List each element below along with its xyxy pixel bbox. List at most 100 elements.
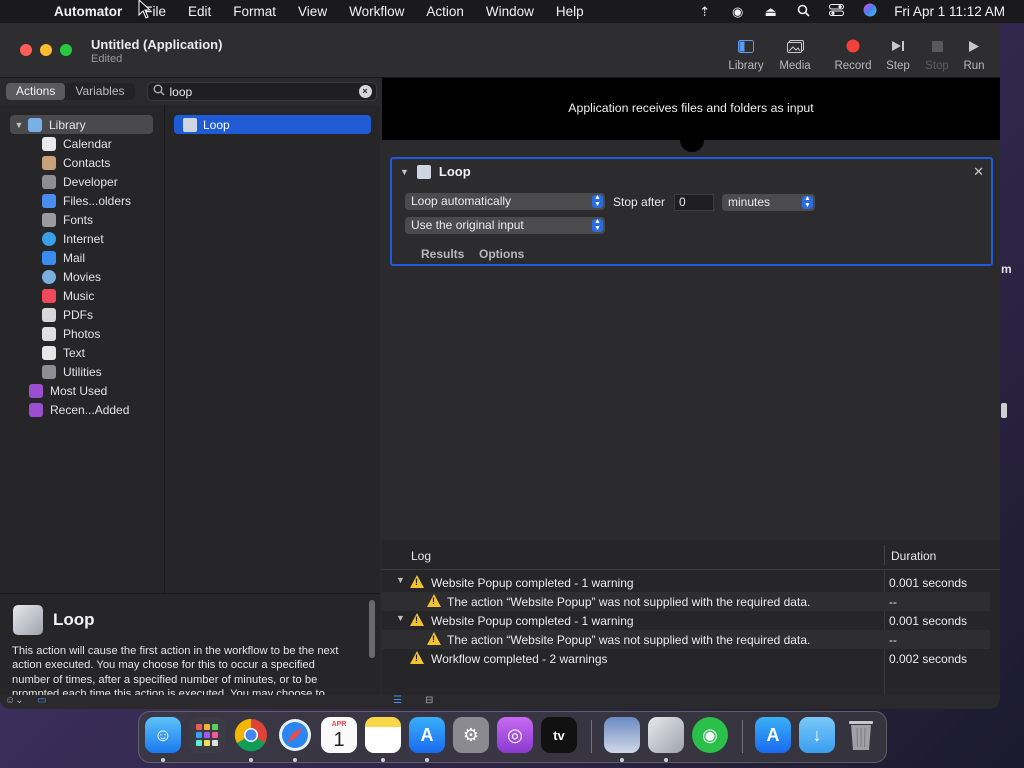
list-item-loop-action[interactable]: Loop: [174, 115, 371, 134]
menu-window[interactable]: Window: [475, 4, 545, 19]
menu-action[interactable]: Action: [415, 4, 475, 19]
user-icon[interactable]: ◉: [721, 4, 754, 20]
downloads-folder-icon[interactable]: ↓: [799, 717, 835, 753]
sidebar-item-label: Most Used: [50, 383, 108, 398]
menu-view[interactable]: View: [287, 4, 338, 19]
finder-icon[interactable]: ☺: [145, 717, 181, 753]
tab-options[interactable]: Options: [479, 247, 524, 261]
sidebar-item-utilities[interactable]: Utilities: [42, 362, 102, 381]
menu-edit[interactable]: Edit: [177, 4, 222, 19]
find-my-icon[interactable]: ◉: [692, 717, 728, 753]
duration-column-header[interactable]: Duration: [891, 549, 936, 563]
smiley-options-icon[interactable]: ☺⌄: [5, 695, 24, 706]
record-toolbar-button[interactable]: Record: [828, 35, 878, 72]
run-toolbar-label: Run: [963, 60, 985, 72]
media-toolbar-button[interactable]: Media: [770, 35, 820, 72]
search-icon[interactable]: [787, 4, 820, 20]
table-row[interactable]: The action “Website Popup” was not suppl…: [382, 630, 990, 649]
sidebar-item-most-used[interactable]: Most Used: [29, 381, 107, 400]
automator-icon[interactable]: [648, 717, 684, 753]
notes-icon[interactable]: [365, 717, 401, 753]
eject-icon[interactable]: ⏏: [754, 4, 787, 20]
sidebar-item-fonts[interactable]: Fonts: [42, 210, 93, 229]
log-duration: 0.002 seconds: [889, 652, 968, 666]
chevron-down-icon[interactable]: ▼: [396, 575, 405, 585]
menu-format[interactable]: Format: [222, 4, 287, 19]
tab-results[interactable]: Results: [421, 247, 464, 261]
description-toggle-icon[interactable]: ▭: [37, 695, 46, 706]
card-title: Loop: [438, 164, 471, 179]
calendar-icon[interactable]: APR 1: [321, 717, 357, 753]
popup-arrows-icon: ▲ ▼: [592, 218, 603, 232]
sidebar-item-mail[interactable]: Mail: [42, 248, 85, 267]
siri-icon[interactable]: [853, 3, 886, 20]
time-unit-select[interactable]: minutes ▲ ▼: [722, 194, 815, 211]
search-icon: [148, 84, 170, 99]
media-icon: [770, 35, 820, 57]
menu-app-name[interactable]: Automator: [52, 4, 133, 19]
search-input[interactable]: loop: [170, 85, 193, 99]
menu-workflow[interactable]: Workflow: [338, 4, 415, 19]
table-row[interactable]: The action “Website Popup” was not suppl…: [382, 592, 990, 611]
action-search-field[interactable]: loop ×: [146, 82, 377, 101]
close-window-button[interactable]: [20, 44, 32, 56]
sidebar-item-developer[interactable]: Developer: [42, 172, 118, 191]
menubar-clock[interactable]: Fri Apr 1 11:12 AM: [886, 4, 1024, 19]
workflow-connector: [680, 140, 704, 152]
sidebar-item-music[interactable]: Music: [42, 286, 94, 305]
clear-search-icon[interactable]: ×: [358, 85, 372, 98]
sidebar-item-pdfs[interactable]: PDFs: [42, 305, 93, 324]
minimize-window-button[interactable]: [40, 44, 52, 56]
description-scrollbar[interactable]: [369, 600, 375, 658]
close-icon[interactable]: ✕: [973, 164, 984, 180]
chrome-icon[interactable]: [233, 717, 269, 753]
sidebar-item-text[interactable]: Text: [42, 343, 85, 362]
safari-icon[interactable]: [277, 717, 313, 753]
tab-actions[interactable]: Actions: [6, 83, 66, 100]
sidebar-item-recently-added[interactable]: Recen...Added: [29, 400, 129, 419]
input-mode-select[interactable]: Use the original input ▲ ▼: [405, 217, 605, 234]
sidebar-item-label: Calendar: [63, 136, 112, 151]
chevron-down-icon[interactable]: ▼: [396, 613, 405, 623]
podcasts-icon[interactable]: ◎: [497, 717, 533, 753]
run-toolbar-button[interactable]: Run: [949, 35, 999, 72]
popup-arrows-icon: ▲ ▼: [802, 195, 813, 209]
tab-variables[interactable]: Variables: [65, 83, 134, 100]
table-row[interactable]: ▼ Website Popup completed - 1 warning 0.…: [382, 611, 990, 630]
fonts-icon: [42, 212, 56, 227]
menu-help[interactable]: Help: [545, 4, 595, 19]
wifi-icon[interactable]: ⇡: [688, 4, 721, 20]
library-root[interactable]: ▼ Library: [10, 115, 153, 134]
stop-after-field[interactable]: 0: [674, 194, 714, 211]
applications-folder-icon[interactable]: A: [755, 717, 791, 753]
mouse-cursor-icon: [138, 0, 152, 19]
menu-bar: Automator File Edit Format View Workflow…: [0, 0, 1024, 23]
chevron-down-icon[interactable]: ▼: [400, 167, 409, 177]
launchpad-icon[interactable]: [189, 717, 225, 753]
sidebar-item-internet[interactable]: Internet: [42, 229, 104, 248]
loop-action-card[interactable]: ▼ Loop ✕ Loop automatically ▲ ▼ Stop afte…: [390, 157, 993, 266]
sidebar-item-calendar[interactable]: Calendar: [42, 134, 112, 153]
loop-mode-select[interactable]: Loop automatically ▲ ▼: [405, 193, 605, 210]
list-view-icon[interactable]: ☰: [393, 695, 402, 706]
preview-icon[interactable]: [604, 717, 640, 753]
flow-view-icon[interactable]: ⊟: [425, 695, 433, 706]
sidebar-item-photos[interactable]: Photos: [42, 324, 100, 343]
library-toolbar-button[interactable]: Library: [721, 35, 771, 72]
zoom-window-button[interactable]: [60, 44, 72, 56]
log-column-header[interactable]: Log: [411, 549, 431, 563]
app-store-icon[interactable]: A: [409, 717, 445, 753]
dock-separator: [591, 720, 592, 753]
apple-tv-icon[interactable]: tv: [541, 717, 577, 753]
table-row[interactable]: ▼ Website Popup completed - 1 warning 0.…: [382, 573, 990, 592]
sidebar-item-files-folders[interactable]: Files...olders: [42, 191, 131, 210]
log-duration: --: [889, 633, 897, 647]
sidebar-item-contacts[interactable]: Contacts: [42, 153, 110, 172]
record-icon: [828, 35, 878, 57]
system-preferences-icon[interactable]: ⚙: [453, 717, 489, 753]
chevron-down-icon[interactable]: ▼: [10, 120, 28, 130]
control-center-icon[interactable]: [820, 4, 853, 19]
table-row[interactable]: Workflow completed - 2 warnings 0.002 se…: [382, 649, 990, 668]
sidebar-item-movies[interactable]: Movies: [42, 267, 101, 286]
trash-icon[interactable]: [843, 717, 879, 753]
